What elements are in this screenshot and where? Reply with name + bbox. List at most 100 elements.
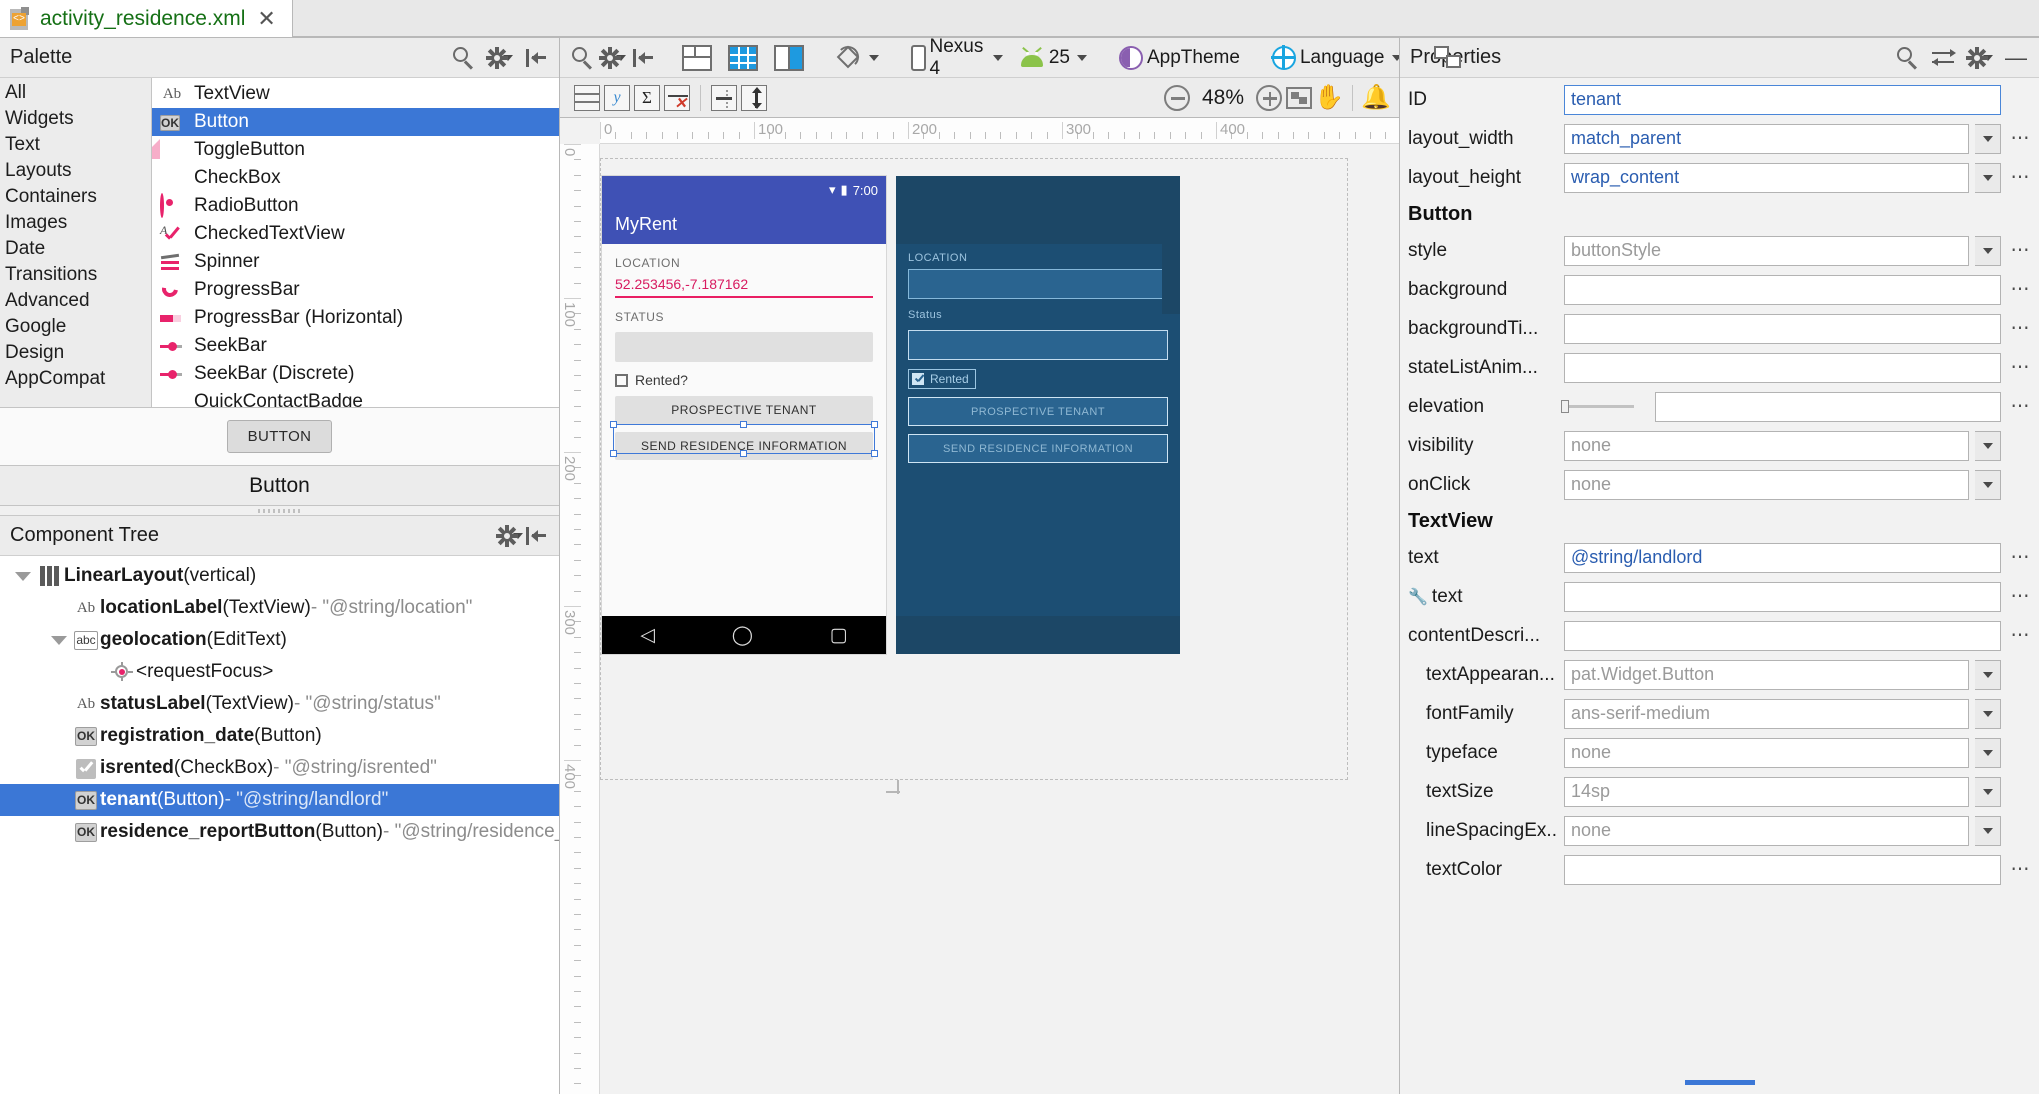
preview-button[interactable]: BUTTON [227, 420, 333, 453]
collapse-icon[interactable] [630, 45, 656, 71]
palette-category-advanced[interactable]: Advanced [0, 288, 151, 314]
gear-icon[interactable] [600, 45, 626, 71]
component-tree-row[interactable]: <requestFocus> [0, 656, 559, 688]
blueprint-isrented-checkbox[interactable]: Rented [908, 369, 976, 389]
more-options-icon[interactable]: ⋯ [2007, 858, 2033, 881]
notification-icon[interactable]: 🔔 [1363, 85, 1389, 111]
device-blueprint[interactable]: LOCATION Status Rented PROSPECTIVE TENAN… [896, 176, 1180, 654]
palette-item-textview[interactable]: AbTextView [152, 80, 559, 108]
registration-date-button[interactable] [615, 332, 873, 362]
both-layout-icon[interactable] [768, 43, 810, 73]
gear-icon[interactable] [487, 45, 513, 71]
blueprint-layout-icon[interactable] [722, 43, 764, 73]
more-options-icon[interactable]: ⋯ [2007, 127, 2033, 150]
gear-icon[interactable] [497, 523, 523, 549]
palette-category-layouts[interactable]: Layouts [0, 158, 151, 184]
blueprint-report-button[interactable]: SEND RESIDENCE INFORMATION [908, 434, 1168, 463]
palette-item-progressbar-horizontal[interactable]: ProgressBar (Horizontal) [152, 304, 559, 332]
more-options-icon[interactable]: ⋯ [2007, 356, 2033, 379]
property-value-field[interactable]: none [1564, 738, 1969, 768]
property-value-field[interactable]: match_parent [1564, 124, 1969, 154]
search-icon[interactable] [451, 45, 477, 71]
property-value-field[interactable]: none [1564, 470, 1969, 500]
palette-category-appcompat[interactable]: AppCompat [0, 366, 151, 392]
chevron-down-icon[interactable] [1975, 236, 2001, 266]
zoom-in-icon[interactable] [1256, 85, 1282, 111]
component-tree-row[interactable]: LinearLayout (vertical) [0, 560, 559, 592]
more-options-icon[interactable]: ⋯ [2007, 395, 2033, 418]
property-value-field[interactable]: 14sp [1564, 777, 1969, 807]
property-value-field[interactable]: @string/landlord [1564, 543, 2001, 573]
palette-category-all[interactable]: All [0, 80, 151, 106]
chevron-down-icon[interactable] [1975, 816, 2001, 846]
geolocation-field[interactable]: 52.253456,-7.187162 [615, 276, 873, 298]
more-options-icon[interactable]: ⋯ [2007, 317, 2033, 340]
property-value-field[interactable]: tenant [1564, 85, 2001, 115]
palette-item-quickcontactbadge[interactable]: QuickContactBadge [152, 388, 559, 407]
palette-category-google[interactable]: Google [0, 314, 151, 340]
more-options-icon[interactable]: ⋯ [2007, 278, 2033, 301]
more-options-icon[interactable]: ⋯ [2007, 166, 2033, 189]
expand-vertical-icon[interactable] [741, 85, 767, 111]
pan-icon[interactable]: ✋ [1316, 85, 1342, 111]
palette-category-transitions[interactable]: Transitions [0, 262, 151, 288]
nav-recent-icon[interactable]: ▢ [830, 624, 848, 647]
palette-item-spinner[interactable]: Spinner [152, 248, 559, 276]
tenant-button[interactable]: PROSPECTIVE TENANT [615, 396, 873, 424]
more-options-icon[interactable]: ⋯ [2007, 624, 2033, 647]
palette-item-radiobutton[interactable]: RadioButton [152, 192, 559, 220]
more-options-icon[interactable]: ⋯ [2007, 239, 2033, 262]
property-value-field[interactable] [1564, 353, 2001, 383]
palette-item-checkbox[interactable]: CheckBox [152, 164, 559, 192]
property-value-field[interactable] [1564, 621, 2001, 651]
more-options-icon[interactable]: ⋯ [2007, 546, 2033, 569]
component-tree-row[interactable]: isrented (CheckBox) - "@string/isrented" [0, 752, 559, 784]
nav-back-icon[interactable]: ◁ [640, 624, 655, 647]
isrented-checkbox[interactable]: Rented? [615, 372, 873, 388]
palette-item-seekbar[interactable]: SeekBar [152, 332, 559, 360]
blueprint-registration-date-button[interactable] [908, 330, 1168, 360]
chevron-down-icon[interactable] [1975, 660, 2001, 690]
chevron-down-icon[interactable] [1975, 124, 2001, 154]
palette-category-text[interactable]: Text [0, 132, 151, 158]
gear-icon[interactable] [1967, 45, 1993, 71]
component-tree-row[interactable]: OKtenant (Button) - "@string/landlord" [0, 784, 559, 816]
chevron-down-icon[interactable] [1975, 163, 2001, 193]
chevron-down-icon[interactable] [1975, 777, 2001, 807]
property-value-field[interactable]: ans-serif-medium [1564, 699, 1969, 729]
zoom-out-icon[interactable] [1164, 85, 1190, 111]
language-selector[interactable]: Language [1266, 44, 1408, 72]
clear-constraints-icon[interactable]: ✕ [664, 85, 690, 111]
twisty-expanded-icon[interactable] [1408, 664, 1422, 685]
palette-item-button[interactable]: OKButton [152, 108, 559, 136]
blueprint-tenant-button[interactable]: PROSPECTIVE TENANT [908, 397, 1168, 426]
component-tree-row[interactable]: AblocationLabel (TextView) - "@string/lo… [0, 592, 559, 624]
api-selector[interactable]: 25 [1013, 45, 1093, 71]
zoom-fit-icon[interactable] [1286, 85, 1312, 111]
property-value-field[interactable] [1564, 855, 2001, 885]
resize-handle[interactable] [886, 780, 900, 794]
property-value-field[interactable] [1564, 314, 2001, 344]
search-icon[interactable] [1895, 45, 1921, 71]
sigma-icon[interactable]: Σ [634, 85, 660, 111]
panel-splitter[interactable] [0, 506, 559, 516]
baseline-icon[interactable] [574, 85, 600, 111]
collapse-icon[interactable] [523, 523, 549, 549]
twisty-expanded-icon[interactable] [46, 636, 72, 645]
palette-category-date[interactable]: Date [0, 236, 151, 262]
collapse-icon[interactable] [523, 45, 549, 71]
nav-home-icon[interactable]: ◯ [732, 624, 753, 647]
design-surface[interactable]: ▾ ▮ 7:00 MyRent LOCATION 52.253456,-7.18… [600, 144, 1399, 1094]
guideline-icon[interactable]: y [604, 85, 630, 111]
property-value-field[interactable]: wrap_content [1564, 163, 1969, 193]
tab-activity-residence-xml[interactable]: <> activity_residence.xml ✕ [0, 0, 293, 37]
device-render-preview[interactable]: ▾ ▮ 7:00 MyRent LOCATION 52.253456,-7.18… [602, 176, 886, 654]
swap-icon[interactable] [1931, 45, 1957, 71]
chevron-down-icon[interactable] [1975, 738, 2001, 768]
property-value-field[interactable] [1564, 582, 2001, 612]
component-tree-row[interactable]: OKresidence_reportButton (Button) - "@st… [0, 816, 559, 848]
component-tree-row[interactable]: abcgeolocation (EditText) [0, 624, 559, 656]
property-value-field[interactable]: buttonStyle [1564, 236, 1969, 266]
search-icon[interactable] [570, 45, 596, 71]
chevron-down-icon[interactable] [1975, 699, 2001, 729]
